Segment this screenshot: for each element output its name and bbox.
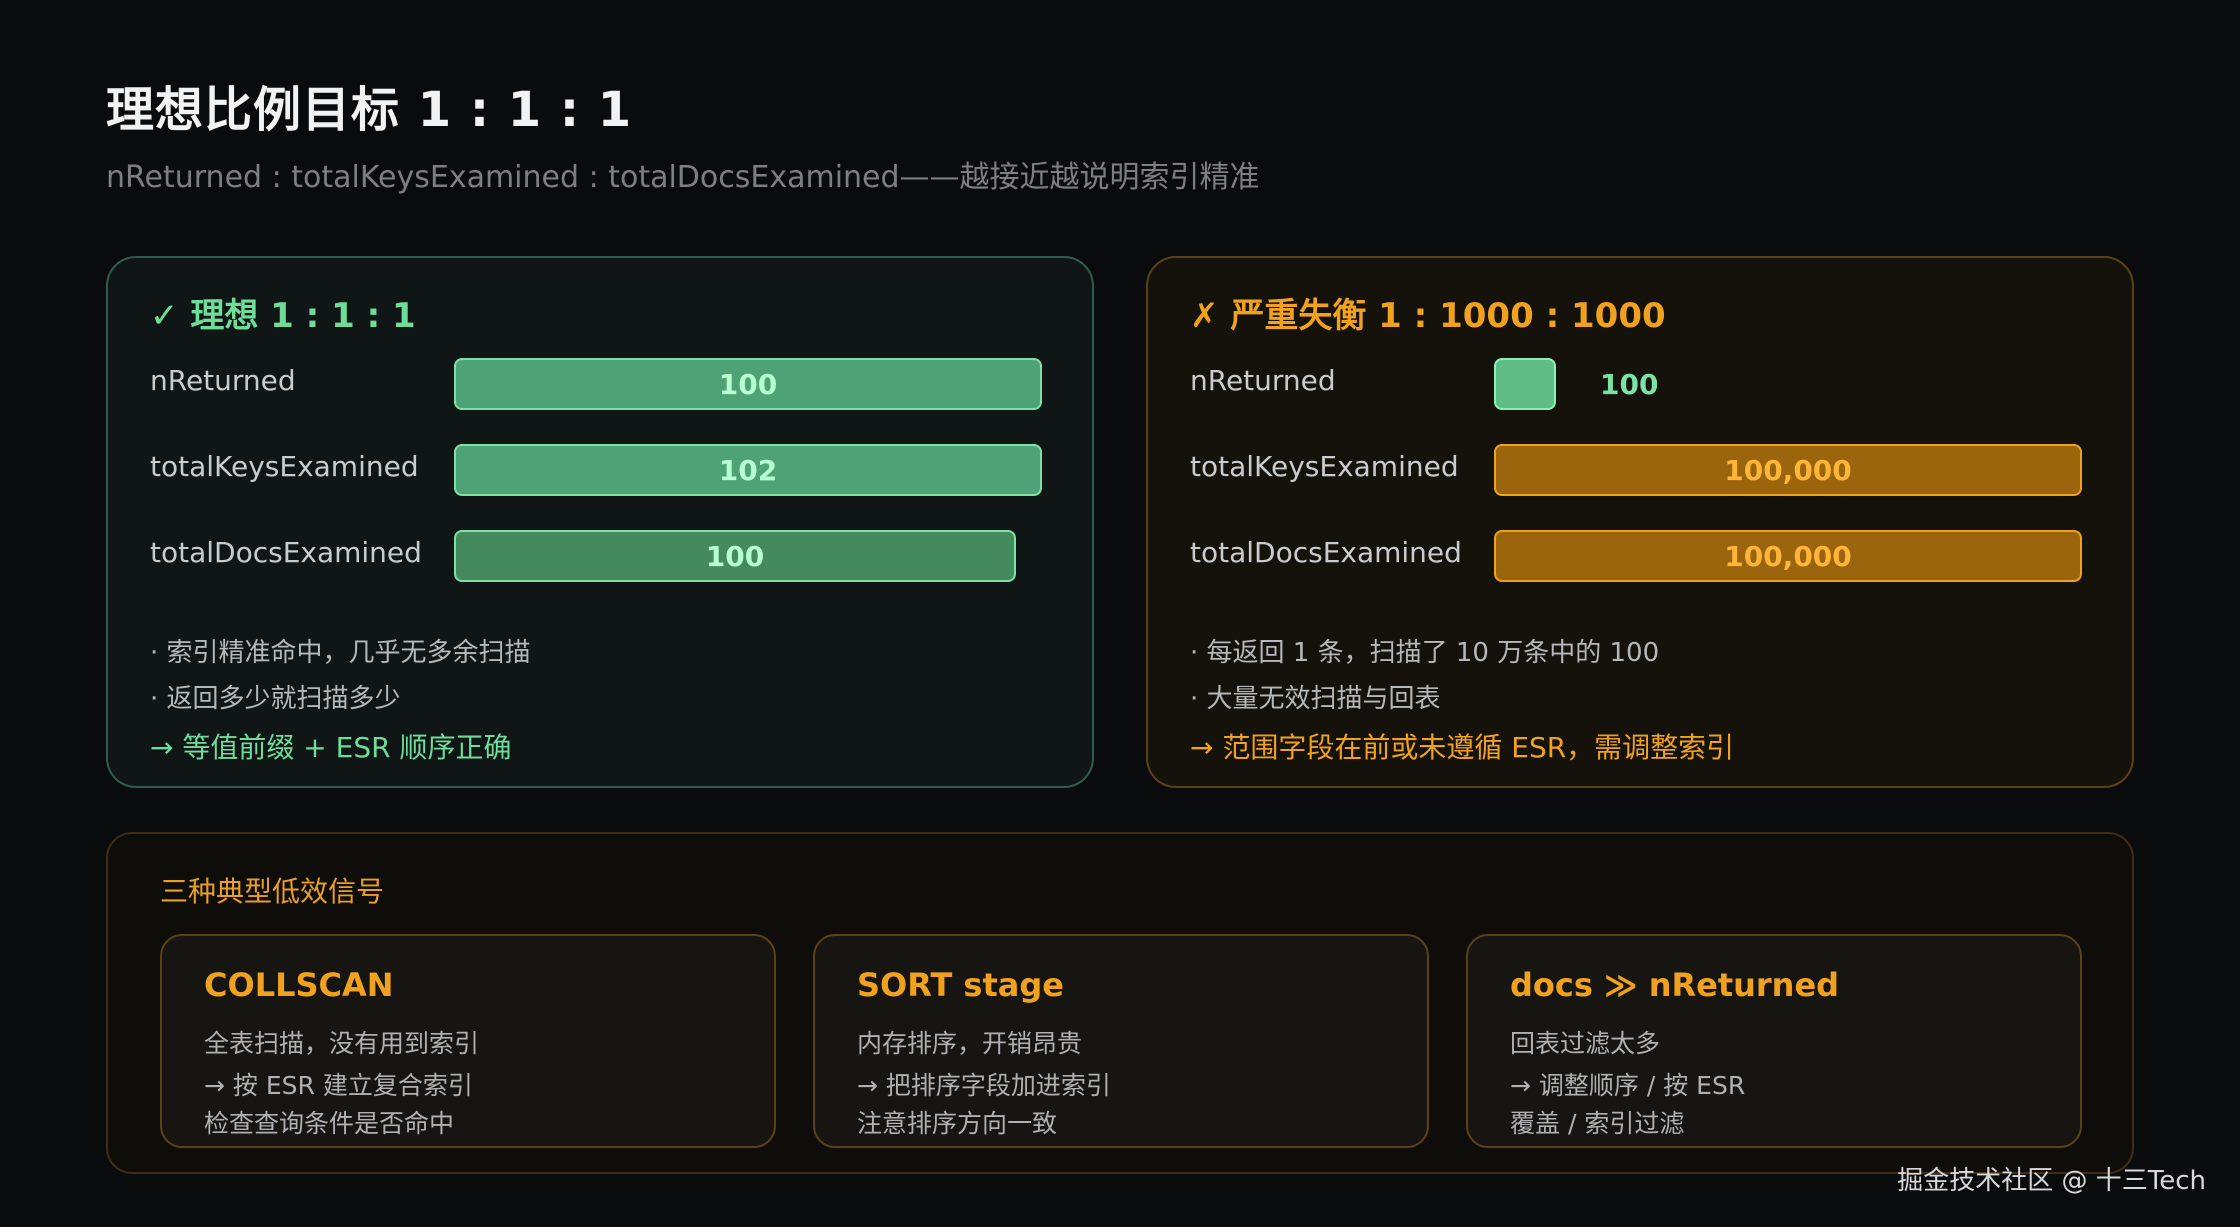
- signal-card-line: 覆盖 / 索引过滤: [1510, 1109, 1685, 1138]
- cross-icon: ✗: [1190, 296, 1219, 336]
- signal-card-docs-vs-returned: docs ≫ nReturned 回表过滤太多 → 调整顺序 / 按 ESR 覆…: [1466, 934, 2082, 1148]
- signal-card-collscan: COLLSCAN 全表扫描，没有用到索引 → 按 ESR 建立复合索引 检查查询…: [160, 934, 776, 1148]
- signal-card-line: → 调整顺序 / 按 ESR: [1510, 1071, 1746, 1100]
- signal-card-title: docs ≫ nReturned: [1510, 966, 1840, 1004]
- signal-card-line: 全表扫描，没有用到索引: [204, 1029, 480, 1058]
- signal-card-line: 内存排序，开销昂贵: [857, 1029, 1083, 1058]
- metric-bar-total-keys: 102: [454, 444, 1042, 496]
- metric-label-total-docs: totalDocsExamined: [150, 536, 422, 569]
- bad-note-2: · 大量无效扫描与回表: [1190, 684, 1441, 714]
- metric-value-nreturned: 100: [1600, 368, 1659, 401]
- metric-label-total-keys: totalKeysExamined: [1190, 450, 1459, 483]
- signals-section-title: 三种典型低效信号: [160, 875, 385, 908]
- signal-card-line: → 把排序字段加进索引: [857, 1071, 1111, 1100]
- metric-bar-nreturned: [1494, 358, 1556, 410]
- signal-card-line: 检查查询条件是否命中: [204, 1109, 455, 1138]
- signal-card-line: 注意排序方向一致: [857, 1109, 1058, 1138]
- bad-panel-title: ✗ 严重失衡 1 : 1000 : 1000: [1190, 288, 1666, 337]
- metric-value-total-keys: 100,000: [1724, 453, 1852, 487]
- watermark: 掘金技术社区 @ 十三Tech: [1897, 1166, 2206, 1196]
- page-title: 理想比例目标 1 : 1 : 1: [106, 82, 633, 138]
- metric-label-nreturned: nReturned: [150, 364, 296, 397]
- imbalanced-ratio-panel: ✗ 严重失衡 1 : 1000 : 1000 nReturned 100 tot…: [1146, 256, 2134, 788]
- metric-bar-total-docs: 100: [454, 530, 1016, 582]
- ideal-panel-title-text: 理想 1 : 1 : 1: [190, 296, 416, 336]
- check-icon: ✓: [150, 296, 179, 336]
- page: 理想比例目标 1 : 1 : 1 nReturned : totalKeysEx…: [0, 0, 2240, 1227]
- inefficiency-signals-section: 三种典型低效信号 COLLSCAN 全表扫描，没有用到索引 → 按 ESR 建立…: [106, 832, 2134, 1174]
- metric-label-total-docs: totalDocsExamined: [1190, 536, 1462, 569]
- signal-card-sort-stage: SORT stage 内存排序，开销昂贵 → 把排序字段加进索引 注意排序方向一…: [813, 934, 1429, 1148]
- metric-value-total-docs: 100: [705, 539, 765, 573]
- bad-panel-title-text: 严重失衡 1 : 1000 : 1000: [1230, 296, 1666, 336]
- bad-note-1: · 每返回 1 条，扫描了 10 万条中的 100: [1190, 638, 1660, 668]
- ideal-conclusion: → 等值前缀 + ESR 顺序正确: [150, 731, 512, 764]
- bad-conclusion: → 范围字段在前或未遵循 ESR，需调整索引: [1190, 731, 1735, 764]
- signal-card-title: SORT stage: [857, 966, 1064, 1004]
- metric-bar-nreturned: 100: [454, 358, 1042, 410]
- page-subtitle: nReturned : totalKeysExamined : totalDoc…: [106, 160, 1260, 195]
- metric-bar-total-docs: 100,000: [1494, 530, 2082, 582]
- signal-card-line: → 按 ESR 建立复合索引: [204, 1071, 473, 1100]
- metric-value-nreturned: 100: [718, 367, 778, 401]
- ideal-ratio-panel: ✓ 理想 1 : 1 : 1 nReturned 100 totalKeysEx…: [106, 256, 1094, 788]
- signal-card-title: COLLSCAN: [204, 966, 394, 1004]
- metric-value-total-docs: 100,000: [1724, 539, 1852, 573]
- metric-value-total-keys: 102: [718, 453, 778, 487]
- metric-label-nreturned: nReturned: [1190, 364, 1336, 397]
- metric-bar-total-keys: 100,000: [1494, 444, 2082, 496]
- ideal-note-1: · 索引精准命中，几乎无多余扫描: [150, 638, 531, 668]
- ideal-note-2: · 返回多少就扫描多少: [150, 684, 401, 714]
- signal-card-line: 回表过滤太多: [1510, 1029, 1661, 1058]
- ideal-panel-title: ✓ 理想 1 : 1 : 1: [150, 288, 416, 337]
- metric-label-total-keys: totalKeysExamined: [150, 450, 419, 483]
